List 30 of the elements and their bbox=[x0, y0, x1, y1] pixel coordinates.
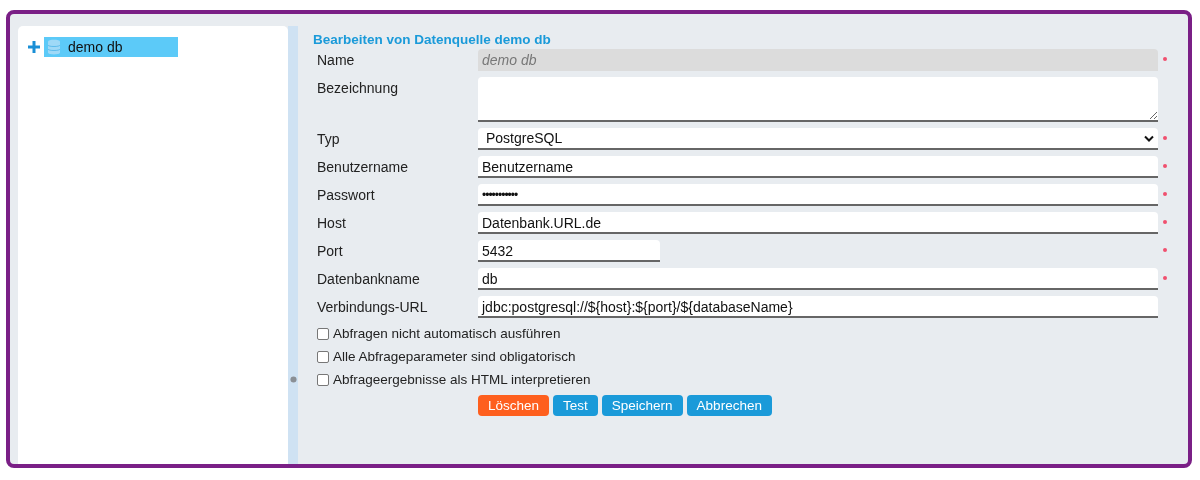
field-label: Typ bbox=[316, 130, 341, 148]
input-field[interactable]: jdbc:postgresql://${host}:${port}/${databaseName} bbox=[478, 296, 1158, 318]
checkbox[interactable] bbox=[317, 350, 329, 363]
checkbox[interactable] bbox=[317, 373, 329, 386]
input-field[interactable]: 5432 bbox=[478, 240, 660, 262]
field-label: Benutzername bbox=[316, 158, 410, 176]
field-label: Port bbox=[316, 242, 344, 260]
chevron-down-icon bbox=[1144, 134, 1154, 142]
database-icon bbox=[48, 39, 60, 55]
input-field[interactable]: db bbox=[478, 268, 1158, 290]
splitter-handle-icon[interactable] bbox=[290, 376, 297, 383]
type-dropdown[interactable]: PostgreSQL bbox=[478, 128, 1158, 150]
checkbox-label: Abfrageergebnisse als HTML interpretieren bbox=[333, 372, 591, 387]
plus-icon[interactable] bbox=[28, 41, 40, 53]
input-field[interactable]: Benutzername bbox=[478, 156, 1158, 178]
field-label: Bezeichnung bbox=[316, 79, 399, 97]
field-label: Datenbankname bbox=[316, 270, 421, 288]
description-field[interactable] bbox=[478, 77, 1158, 122]
checkbox[interactable] bbox=[317, 327, 329, 340]
field-label: Name bbox=[316, 51, 356, 69]
checkbox-label: Alle Abfrageparameter sind obligatorisch bbox=[333, 349, 576, 364]
tree-item[interactable]: demo db bbox=[44, 37, 178, 57]
form-title: Bearbeiten von Datenquelle demo db bbox=[313, 32, 552, 47]
field-label: Verbindungs-URL bbox=[316, 298, 429, 316]
field-label: Passwort bbox=[316, 186, 376, 204]
tree-item-label: demo db bbox=[68, 39, 123, 55]
input-field[interactable]: Datenbank.URL.de bbox=[478, 212, 1158, 234]
password-field[interactable]: ••••••••••• bbox=[478, 184, 1158, 206]
checkbox-label: Abfragen nicht automatisch ausführen bbox=[333, 326, 561, 341]
field-label: Host bbox=[316, 214, 347, 232]
